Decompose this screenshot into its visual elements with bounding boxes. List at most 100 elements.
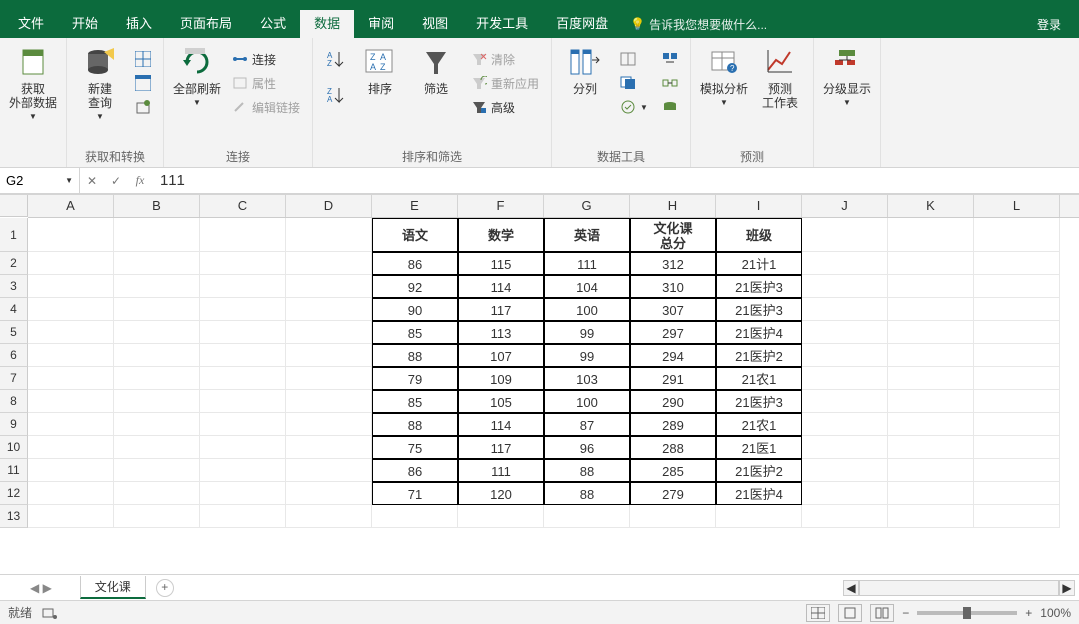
col-header-G[interactable]: G — [544, 195, 630, 217]
relationships-button[interactable] — [658, 72, 682, 94]
cell[interactable] — [974, 218, 1060, 252]
cell[interactable]: 85 — [372, 321, 458, 344]
cell[interactable] — [974, 367, 1060, 390]
cell[interactable]: 103 — [544, 367, 630, 390]
tellme-search[interactable]: 💡 告诉我您想要做什么... — [630, 16, 767, 33]
cell[interactable] — [888, 413, 974, 436]
cell[interactable] — [286, 218, 372, 252]
refresh-all-button[interactable]: 全部刷新▼ — [172, 42, 222, 107]
cell[interactable]: 英语 — [544, 218, 630, 252]
cell[interactable] — [28, 344, 114, 367]
cell[interactable]: 75 — [372, 436, 458, 459]
cell[interactable]: 96 — [544, 436, 630, 459]
cell[interactable]: 21医护3 — [716, 390, 802, 413]
cell[interactable] — [114, 413, 200, 436]
cell[interactable]: 21医护3 — [716, 298, 802, 321]
cell[interactable] — [200, 390, 286, 413]
cell[interactable]: 71 — [372, 482, 458, 505]
text-to-columns-button[interactable]: 分列 — [560, 42, 610, 96]
sheet-nav[interactable]: ◀ ▶ — [30, 581, 52, 595]
cell[interactable]: 79 — [372, 367, 458, 390]
manage-data-model-button[interactable] — [658, 96, 682, 118]
cell[interactable] — [286, 367, 372, 390]
cell[interactable] — [888, 275, 974, 298]
cell[interactable] — [28, 459, 114, 482]
cell[interactable] — [544, 505, 630, 528]
cell[interactable]: 107 — [458, 344, 544, 367]
cell[interactable]: 285 — [630, 459, 716, 482]
cell[interactable] — [286, 505, 372, 528]
cell[interactable] — [888, 482, 974, 505]
cell[interactable] — [802, 413, 888, 436]
cell[interactable] — [802, 344, 888, 367]
cell[interactable] — [974, 505, 1060, 528]
row-header[interactable]: 2 — [0, 252, 28, 275]
recent-sources-button[interactable] — [131, 96, 155, 118]
consolidate-button[interactable] — [658, 48, 682, 70]
row-header[interactable]: 4 — [0, 298, 28, 321]
flash-fill-button[interactable] — [616, 48, 652, 70]
data-validation-button[interactable]: ▼ — [616, 96, 652, 118]
cell[interactable]: 文化课 总分 — [630, 218, 716, 252]
cell[interactable] — [286, 482, 372, 505]
properties-button[interactable]: 属性 — [228, 72, 304, 94]
cell[interactable]: 21农1 — [716, 413, 802, 436]
row-header[interactable]: 7 — [0, 367, 28, 390]
cell[interactable] — [28, 218, 114, 252]
cell[interactable] — [888, 321, 974, 344]
cell[interactable]: 21医1 — [716, 436, 802, 459]
cell[interactable] — [286, 252, 372, 275]
cell[interactable]: 290 — [630, 390, 716, 413]
cell[interactable]: 100 — [544, 390, 630, 413]
add-sheet-button[interactable]: + — [156, 579, 174, 597]
sort-desc-button[interactable]: ZA — [321, 84, 349, 106]
cell[interactable]: 113 — [458, 321, 544, 344]
show-queries-button[interactable] — [131, 48, 155, 70]
advanced-filter-button[interactable]: 高级 — [467, 96, 543, 118]
cell[interactable] — [802, 298, 888, 321]
cell[interactable] — [200, 252, 286, 275]
name-box[interactable]: ▼ — [0, 168, 80, 194]
tab-baidu[interactable]: 百度网盘 — [542, 10, 622, 38]
cell[interactable] — [286, 390, 372, 413]
cell[interactable] — [200, 413, 286, 436]
col-header-L[interactable]: L — [974, 195, 1060, 217]
cell[interactable]: 86 — [372, 252, 458, 275]
tab-file[interactable]: 文件 — [4, 10, 58, 38]
cell[interactable] — [630, 505, 716, 528]
cell[interactable]: 85 — [372, 390, 458, 413]
cell[interactable] — [802, 218, 888, 252]
sort-button[interactable]: ZAAZ 排序 — [355, 42, 405, 96]
scroll-right-button[interactable]: ▶ — [1059, 580, 1075, 596]
cancel-formula-button[interactable]: ✕ — [80, 174, 104, 188]
col-header-C[interactable]: C — [200, 195, 286, 217]
cell[interactable] — [200, 298, 286, 321]
cell[interactable] — [28, 436, 114, 459]
cell[interactable] — [888, 344, 974, 367]
cell[interactable] — [974, 275, 1060, 298]
select-all-corner[interactable] — [0, 195, 28, 217]
col-header-F[interactable]: F — [458, 195, 544, 217]
reapply-button[interactable]: 重新应用 — [467, 72, 543, 94]
cell[interactable] — [974, 482, 1060, 505]
cell[interactable] — [802, 390, 888, 413]
tab-dev[interactable]: 开发工具 — [462, 10, 542, 38]
whatif-button[interactable]: ? 模拟分析▼ — [699, 42, 749, 107]
cell[interactable] — [974, 298, 1060, 321]
cell[interactable] — [372, 505, 458, 528]
cell[interactable]: 100 — [544, 298, 630, 321]
insert-function-button[interactable]: fx — [128, 173, 152, 188]
get-external-data-button[interactable]: 获取 外部数据▼ — [8, 42, 58, 121]
name-box-input[interactable] — [6, 173, 65, 188]
col-header-E[interactable]: E — [372, 195, 458, 217]
cell[interactable]: 语文 — [372, 218, 458, 252]
cell[interactable] — [286, 459, 372, 482]
cell[interactable]: 109 — [458, 367, 544, 390]
edit-links-button[interactable]: 编辑链接 — [228, 96, 304, 118]
cell[interactable] — [114, 505, 200, 528]
tab-view[interactable]: 视图 — [408, 10, 462, 38]
cell[interactable]: 21医护2 — [716, 344, 802, 367]
cell[interactable]: 297 — [630, 321, 716, 344]
tab-pagelayout[interactable]: 页面布局 — [166, 10, 246, 38]
cell[interactable] — [286, 321, 372, 344]
